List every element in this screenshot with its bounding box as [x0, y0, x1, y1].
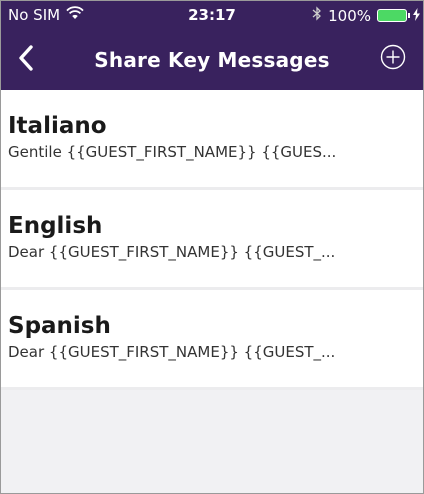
nav-bar: Share Key Messages: [0, 38, 424, 82]
message-language: Italiano: [8, 113, 107, 139]
page-title: Share Key Messages: [94, 48, 330, 72]
list-item-spanish[interactable]: Spanish Dear {{GUEST_FIRST_NAME}} {{GUES…: [0, 290, 424, 390]
charging-icon: [413, 7, 420, 25]
message-language: Spanish: [8, 313, 111, 339]
bluetooth-icon: [312, 6, 322, 25]
battery-percent: 100%: [328, 6, 371, 25]
back-chevron-icon: [18, 45, 34, 75]
message-language: English: [8, 213, 103, 239]
list-item-italiano[interactable]: Italiano Gentile {{GUEST_FIRST_NAME}} {{…: [0, 90, 424, 190]
message-preview: Dear {{GUEST_FIRST_NAME}} {{GUEST_...: [8, 343, 336, 361]
message-list: Italiano Gentile {{GUEST_FIRST_NAME}} {{…: [0, 90, 424, 390]
add-circle-icon: [380, 44, 406, 74]
back-button[interactable]: [10, 40, 42, 80]
add-message-button[interactable]: [376, 42, 410, 76]
status-bar: No SIM 23:17 100%: [0, 0, 424, 30]
app-header: No SIM 23:17 100% Share Key Messages: [0, 0, 424, 90]
list-item-english[interactable]: English Dear {{GUEST_FIRST_NAME}} {{GUES…: [0, 190, 424, 290]
message-preview: Gentile {{GUEST_FIRST_NAME}} {{GUES...: [8, 143, 337, 161]
battery-icon: [377, 9, 410, 22]
message-preview: Dear {{GUEST_FIRST_NAME}} {{GUEST_...: [8, 243, 336, 261]
status-right: 100%: [312, 6, 420, 25]
